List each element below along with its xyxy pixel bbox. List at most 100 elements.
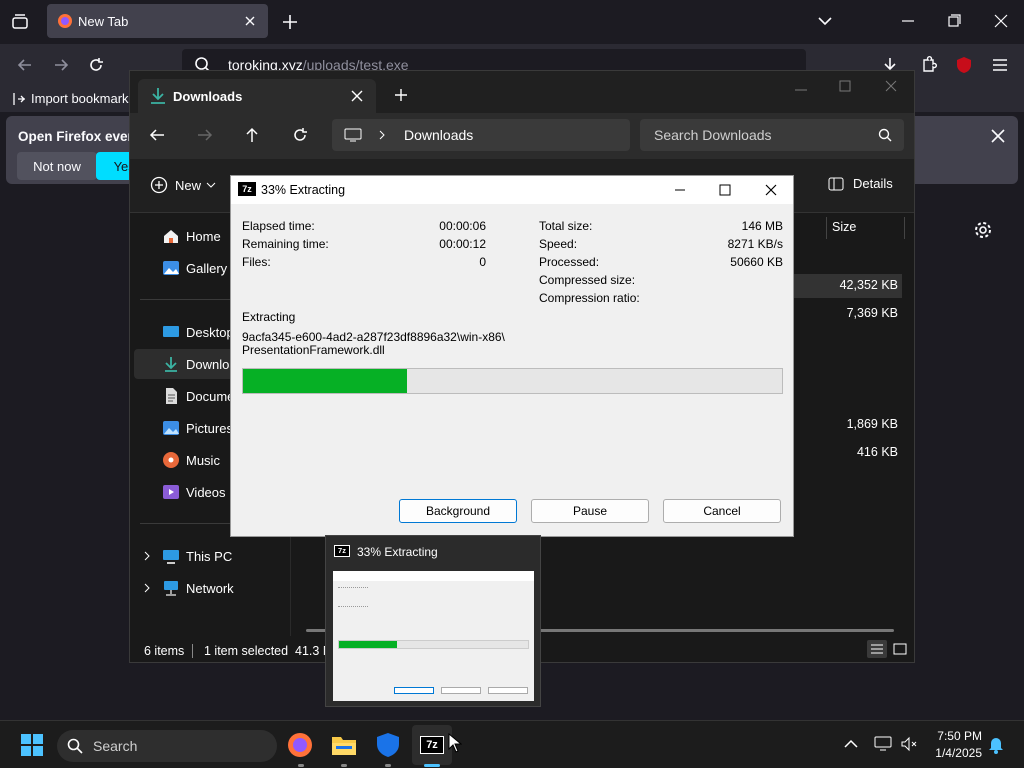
expand-chevron-icon (144, 583, 150, 593)
tab-new-tab[interactable]: New Tab (47, 4, 268, 38)
explorer-back-icon[interactable] (148, 127, 166, 143)
new-tab-icon[interactable] (280, 12, 300, 32)
network-status-icon[interactable] (874, 735, 892, 753)
taskbar-preview-thumbnail[interactable]: 7z 33% Extracting (325, 535, 541, 707)
details-view-icon[interactable] (867, 640, 887, 658)
thumb-7zip-icon: 7z (334, 545, 350, 557)
pause-button[interactable]: Pause (531, 499, 649, 523)
thumb-text-lines (338, 587, 368, 607)
home-icon (162, 227, 180, 245)
details-button[interactable]: Details (828, 176, 893, 191)
ublock-icon[interactable] (954, 55, 974, 75)
thumb-progress-bar (338, 640, 529, 649)
extracting-label: Extracting (242, 310, 296, 324)
sidebar-label: Music (186, 452, 220, 468)
restore-icon[interactable] (946, 14, 962, 28)
running-indicator (298, 764, 304, 767)
close-notification-icon[interactable] (990, 128, 1006, 144)
explorer-forward-icon[interactable] (196, 127, 214, 143)
sidebar-item-network[interactable]: Network (134, 573, 289, 603)
dialog-title-bar: 7z 33% Extracting (231, 176, 793, 204)
explorer-up-icon[interactable] (244, 126, 260, 144)
explorer-title-bar: Downloads (130, 71, 914, 113)
expand-chevron-icon (144, 551, 150, 561)
firefox-logo-icon (57, 13, 73, 29)
close-tab-icon[interactable] (243, 14, 257, 28)
this-pc-icon (344, 128, 362, 142)
import-bookmarks-button[interactable]: Import bookmarks (12, 91, 135, 106)
close-explorer-tab-icon[interactable] (350, 89, 364, 103)
taskbar-security[interactable] (368, 725, 408, 765)
videos-icon (162, 483, 180, 501)
explorer-maximize-icon[interactable] (839, 80, 851, 92)
settings-gear-icon[interactable] (973, 220, 993, 240)
taskbar-7zip[interactable]: 7z (412, 725, 452, 765)
reload-icon[interactable] (86, 55, 106, 75)
sidebar-label: This PC (186, 548, 233, 564)
windows-logo-icon (21, 734, 43, 756)
volume-muted-icon[interactable] (900, 735, 918, 753)
7zip-icon: 7z (238, 182, 256, 196)
new-label: New (175, 177, 202, 193)
processed-label: Processed: (539, 255, 600, 269)
breadcrumb[interactable]: Downloads (332, 119, 630, 151)
processed-value: 50660 KB (730, 255, 783, 269)
back-icon[interactable] (15, 55, 35, 75)
new-button[interactable]: New (150, 176, 216, 194)
current-path-line1: 9acfa345-e600-4ad2-a287f23df8896a32\win-… (242, 330, 505, 344)
extensions-icon[interactable] (918, 55, 938, 75)
explorer-minimize-icon[interactable] (794, 85, 808, 95)
explorer-close-icon[interactable] (885, 80, 897, 92)
sidebar-label: Home (186, 228, 221, 244)
cancel-button[interactable]: Cancel (663, 499, 781, 523)
background-button[interactable]: Background (399, 499, 517, 523)
notification-text: Open Firefox every (18, 129, 141, 144)
explorer-refresh-icon[interactable] (292, 127, 308, 143)
new-explorer-tab-icon[interactable] (394, 88, 408, 102)
show-hidden-icons[interactable] (844, 739, 858, 749)
sidebar-item-this-pc[interactable]: This PC (134, 541, 289, 571)
breadcrumb-downloads[interactable]: Downloads (404, 127, 473, 143)
not-now-button[interactable]: Not now (17, 152, 97, 180)
files-label: Files: (242, 255, 271, 269)
notification-bell-icon[interactable] (988, 736, 1004, 754)
list-all-tabs-icon[interactable] (816, 14, 834, 28)
sidebar-label: Docume (186, 388, 235, 404)
compression-ratio-label: Compression ratio: (539, 291, 640, 305)
import-bookmarks-label: Import bookmarks (31, 91, 136, 106)
taskbar-search-icon (67, 738, 83, 754)
clock-time[interactable]: 7:50 PM (928, 729, 982, 743)
clock-date[interactable]: 1/4/2025 (924, 746, 982, 760)
dialog-maximize-icon[interactable] (719, 184, 731, 196)
speed-label: Speed: (539, 237, 578, 251)
close-window-icon[interactable] (993, 14, 1009, 28)
explorer-tab-downloads[interactable]: Downloads (138, 79, 376, 113)
large-icons-view-icon[interactable] (890, 640, 910, 658)
sidebar-label: Network (186, 580, 234, 596)
size-cell: 1,869 KB (846, 417, 898, 431)
gallery-icon (162, 259, 180, 277)
details-pane-icon (828, 177, 844, 190)
total-size-value: 146 MB (741, 219, 783, 233)
network-icon (162, 579, 180, 597)
dialog-close-icon[interactable] (765, 184, 777, 196)
start-button[interactable] (12, 725, 52, 765)
menu-icon[interactable] (990, 55, 1010, 75)
taskbar-file-explorer[interactable] (324, 725, 364, 765)
dialog-minimize-icon[interactable] (674, 184, 686, 196)
forward-icon[interactable] (51, 55, 71, 75)
download-icon (162, 355, 180, 373)
tab-list-icon[interactable] (10, 12, 30, 32)
plus-circle-icon (150, 176, 168, 194)
column-header-size[interactable]: Size (832, 220, 856, 234)
import-icon (13, 92, 25, 105)
sidebar-label: Pictures (186, 420, 233, 436)
download-folder-icon (150, 87, 166, 105)
search-downloads-input[interactable]: Search Downloads (640, 119, 904, 151)
minimize-icon[interactable] (900, 14, 916, 28)
taskbar-search-box[interactable]: Search (57, 730, 277, 762)
total-size-label: Total size: (539, 219, 593, 233)
taskbar-firefox[interactable] (280, 725, 320, 765)
shield-icon (377, 733, 399, 757)
pictures-icon (162, 419, 180, 437)
